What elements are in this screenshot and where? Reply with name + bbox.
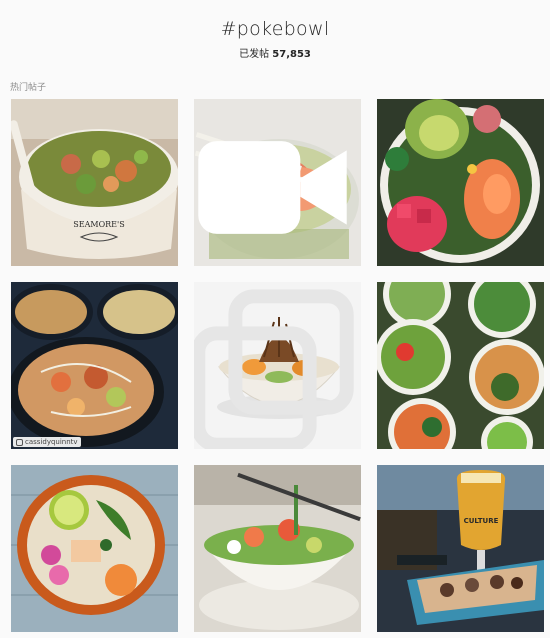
post-thumbnail[interactable] bbox=[11, 465, 178, 632]
instagram-icon bbox=[16, 438, 23, 446]
post-thumbnail[interactable]: SEAMORE'S bbox=[11, 99, 178, 266]
hashtag-title: #pokebowl bbox=[220, 18, 330, 40]
post-thumbnail[interactable] bbox=[194, 99, 361, 266]
photo-credit: cassidyquinntv bbox=[13, 437, 81, 447]
post-thumbnail[interactable] bbox=[194, 282, 361, 449]
post-image: CULTURE bbox=[377, 465, 544, 632]
post-image bbox=[11, 465, 178, 632]
post-thumbnail[interactable]: CULTURE bbox=[377, 465, 544, 632]
glass-brand-text: CULTURE bbox=[464, 517, 499, 525]
post-thumbnail[interactable] bbox=[194, 465, 361, 632]
multiple-images-icon bbox=[194, 289, 354, 449]
post-image bbox=[377, 282, 544, 449]
post-thumbnail[interactable] bbox=[377, 282, 544, 449]
post-image: SEAMORE'S bbox=[11, 99, 178, 266]
bowl-brand-text: SEAMORE'S bbox=[73, 220, 124, 229]
post-image bbox=[194, 465, 361, 632]
post-count-number: 57,853 bbox=[272, 49, 311, 60]
post-image bbox=[377, 99, 544, 266]
post-count: 已发帖 57,853 bbox=[0, 45, 550, 60]
post-thumbnail[interactable] bbox=[377, 99, 544, 266]
post-count-label: 已发帖 bbox=[239, 49, 270, 60]
video-camera-icon bbox=[198, 141, 347, 234]
post-thumbnail[interactable]: cassidyquinntv bbox=[11, 282, 178, 449]
posts-grid: SEAMORE'S cassidyquinntv CULTURE bbox=[11, 99, 545, 638]
post-image bbox=[11, 282, 178, 449]
credit-username: cassidyquinntv bbox=[25, 438, 78, 446]
section-title-top-posts: 热门帖子 bbox=[10, 83, 47, 93]
